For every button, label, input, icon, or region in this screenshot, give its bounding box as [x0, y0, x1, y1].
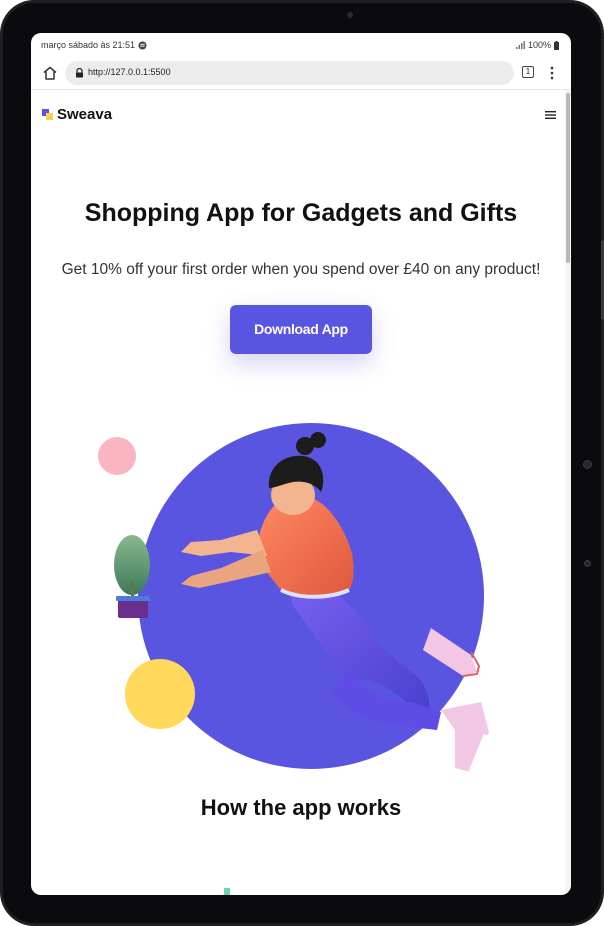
- web-page: Sweava Shopping App for Gadgets and Gift…: [31, 90, 565, 895]
- browser-toolbar: http://127.0.0.1:5500 1: [31, 57, 571, 90]
- hamburger-menu-icon[interactable]: [545, 110, 556, 120]
- notification-icon: [138, 40, 147, 50]
- battery-percent: 100%: [527, 40, 551, 50]
- status-bar: março sábado às 21:51 100%: [31, 33, 571, 57]
- status-time: março sábado às 21:51: [41, 40, 136, 50]
- brand-logo[interactable]: Sweava: [42, 106, 112, 123]
- hero-subtitle: Get 10% off your first order when you sp…: [61, 261, 541, 278]
- screen: março sábado às 21:51 100% http://127.0.…: [31, 33, 571, 895]
- url-text: http://127.0.0.1:5500: [88, 67, 171, 77]
- download-app-button[interactable]: Download App: [230, 305, 372, 354]
- battery-icon: [554, 40, 559, 50]
- scrollbar-thumb[interactable]: [566, 93, 570, 263]
- yellow-circle: [125, 659, 195, 729]
- hero-title: Shopping App for Gadgets and Gifts: [84, 199, 518, 227]
- pink-circle: [98, 437, 136, 475]
- scrollbar[interactable]: [565, 90, 571, 895]
- tabs-icon[interactable]: 1: [522, 66, 534, 78]
- sensor-dot-small: [584, 560, 591, 567]
- section-title: How the app works: [200, 795, 402, 820]
- home-icon[interactable]: [41, 64, 59, 82]
- plant-pot: [114, 535, 150, 618]
- brand-name: Sweava: [57, 106, 113, 123]
- sensor-dot: [583, 460, 592, 469]
- teal-accent-shape: [224, 888, 230, 895]
- signal-icon: [515, 41, 525, 49]
- logo-mark-icon: [42, 108, 53, 121]
- address-bar[interactable]: http://127.0.0.1:5500: [65, 61, 514, 85]
- status-left: março sábado às 21:51: [41, 40, 147, 50]
- tablet-frame: março sábado às 21:51 100% http://127.0.…: [0, 0, 604, 926]
- front-camera: [347, 12, 353, 18]
- status-right: 100%: [515, 40, 559, 50]
- hero-illustration: [98, 423, 489, 773]
- lock-icon: [76, 68, 83, 78]
- more-vert-icon[interactable]: [549, 66, 555, 80]
